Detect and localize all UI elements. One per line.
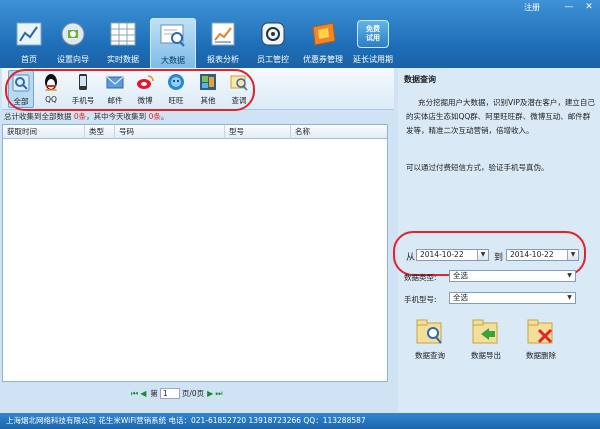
data-type-label: 数据类型: xyxy=(404,273,437,282)
nav-home[interactable]: 首页 xyxy=(6,18,52,68)
data-export-label: 数据导出 xyxy=(471,351,501,360)
nav-settings-wizard[interactable]: 设置向导 xyxy=(50,18,96,68)
report-chart-icon xyxy=(208,20,238,48)
col-header-model[interactable]: 型号 xyxy=(225,125,291,139)
last-page-button[interactable]: ⏭ xyxy=(215,389,222,399)
col-header-type[interactable]: 类型 xyxy=(85,125,115,139)
next-page-button[interactable]: ▶ xyxy=(207,389,213,398)
page-prefix: 第 xyxy=(150,389,158,398)
page-input[interactable]: 1 xyxy=(159,388,180,399)
staff-control-icon xyxy=(258,20,288,48)
nav-extend-trial[interactable]: 免费试用 延长试用期 xyxy=(350,18,396,68)
collection-stats: 总计收集到全部数据 0条，其中今天收集到 0条。 xyxy=(4,111,168,122)
stat-prefix: 总计收集到全部数据 xyxy=(4,112,74,121)
table-header: 获取时间 类型 号码 型号 名称 xyxy=(3,125,387,139)
realtime-grid-icon xyxy=(108,20,138,48)
phone-model-value: 全选 xyxy=(453,293,468,302)
data-delete-button[interactable]: 数据删除 xyxy=(521,318,561,361)
category-highlight-annotation xyxy=(5,69,255,111)
data-query-label: 数据查询 xyxy=(415,351,445,360)
page-suffix: 页/0页 xyxy=(181,389,205,398)
nav-staff-control-label: 员工管控 xyxy=(257,55,289,64)
col-header-number[interactable]: 号码 xyxy=(115,125,225,139)
nav-coupon-label: 优惠券管理 xyxy=(303,55,343,64)
coupon-icon xyxy=(308,20,338,48)
chevron-down-icon[interactable]: ▼ xyxy=(564,293,575,303)
folder-delete-icon xyxy=(527,319,553,344)
first-page-button[interactable]: ⏮ xyxy=(131,389,138,399)
folder-export-icon xyxy=(472,319,498,344)
data-type-value: 全选 xyxy=(453,271,468,280)
register-link[interactable]: 注册 xyxy=(524,2,540,13)
data-export-button[interactable]: 数据导出 xyxy=(466,318,506,361)
col-header-name[interactable]: 名称 xyxy=(291,125,387,139)
nav-coupon[interactable]: 优惠券管理 xyxy=(300,18,346,68)
nav-realtime-data[interactable]: 实时数据 xyxy=(100,18,146,68)
data-type-select[interactable]: 全选 ▼ xyxy=(449,270,576,282)
phone-model-label: 手机型号: xyxy=(404,295,437,304)
free-trial-badge: 免费试用 xyxy=(366,25,380,42)
nav-big-data[interactable]: 大数据 xyxy=(150,18,196,68)
stat-today: 0条 xyxy=(148,112,161,121)
folder-search-icon xyxy=(416,319,442,344)
nav-report-analysis[interactable]: 报表分析 xyxy=(200,18,246,68)
panel-note: 可以通过付费短信方式，验证手机号真伪。 xyxy=(406,163,549,172)
stat-suffix: 。 xyxy=(160,112,169,121)
col-header-time[interactable]: 获取时间 xyxy=(3,125,85,139)
minimize-button[interactable]: — xyxy=(560,1,578,13)
big-data-search-icon xyxy=(158,21,188,49)
phone-model-select[interactable]: 全选 ▼ xyxy=(449,292,576,304)
nav-realtime-data-label: 实时数据 xyxy=(107,55,139,64)
window-controls: 注册 — ✕ xyxy=(524,0,598,14)
nav-staff-control[interactable]: 员工管控 xyxy=(250,18,296,68)
nav-home-label: 首页 xyxy=(21,55,37,64)
data-delete-label: 数据删除 xyxy=(526,351,556,360)
data-query-button[interactable]: 数据查询 xyxy=(410,318,450,361)
status-footer: 上海烟北网络科技有限公司 花生米WiFi营销系统 电话：021-61852720… xyxy=(0,413,600,429)
home-chart-icon xyxy=(14,20,44,48)
close-button[interactable]: ✕ xyxy=(580,1,598,13)
prev-page-button[interactable]: ◀ xyxy=(140,389,146,398)
panel-title: 数据查询 xyxy=(404,75,436,84)
chevron-down-icon[interactable]: ▼ xyxy=(564,271,575,281)
nav-extend-trial-label: 延长试用期 xyxy=(353,55,393,64)
free-trial-icon: 免费试用 xyxy=(357,20,389,48)
stat-total: 0条 xyxy=(73,112,87,121)
nav-big-data-label: 大数据 xyxy=(161,56,185,65)
data-table[interactable]: 获取时间 类型 号码 型号 名称 xyxy=(2,124,388,382)
nav-report-analysis-label: 报表分析 xyxy=(207,55,239,64)
stat-mid: ，其中今天收集到 xyxy=(86,112,149,121)
pagination: ⏮ ◀ 第 1 页/0页 ▶ ⏭ xyxy=(130,388,224,399)
panel-description: 充分挖掘用户大数据，识别VIP及潜在客户，建立自己的实体店生态如QQ群、阿里旺旺… xyxy=(406,98,595,135)
nav-settings-wizard-label: 设置向导 xyxy=(57,55,89,64)
settings-wizard-icon xyxy=(58,20,88,48)
